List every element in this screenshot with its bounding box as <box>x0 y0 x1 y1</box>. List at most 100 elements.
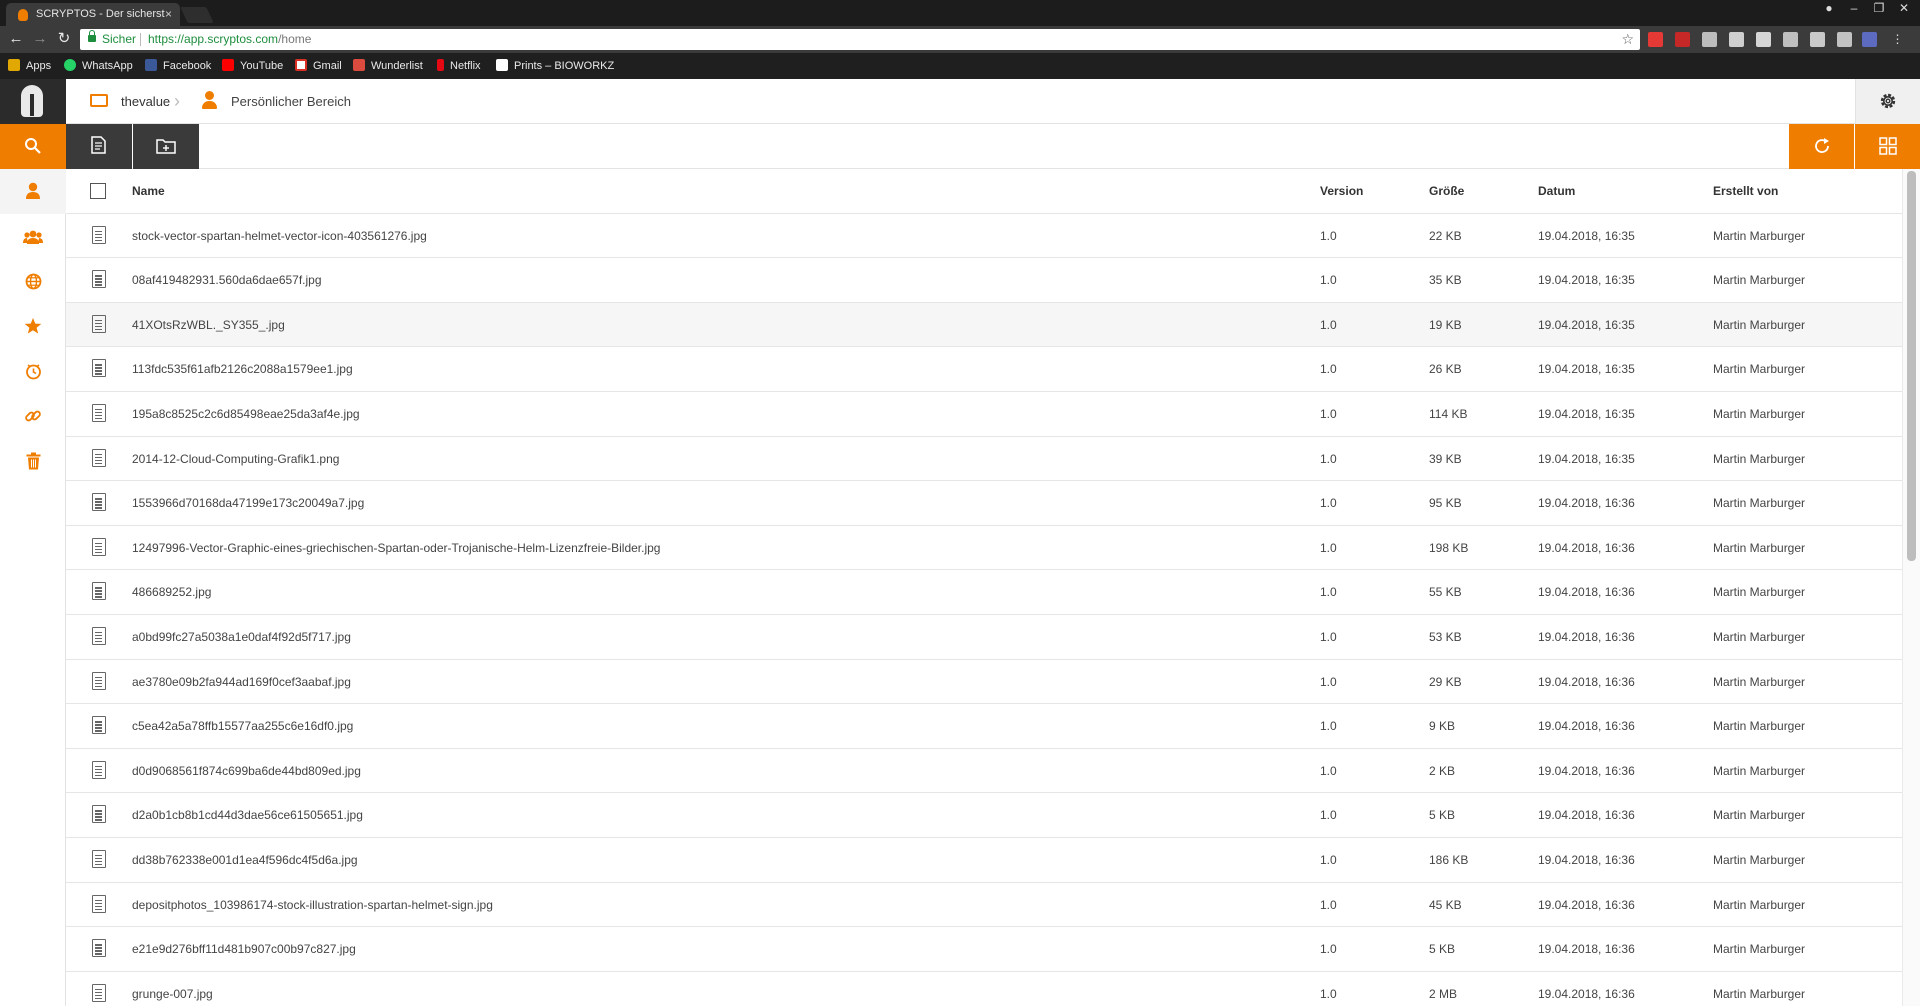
bookmark-gmail[interactable]: Gmail <box>295 53 342 79</box>
table-row[interactable]: d2a0b1cb8b1cd44d3dae56ce61505651.jpg 1.0 5… <box>66 793 1902 838</box>
user-extension-icon[interactable] <box>1837 32 1852 47</box>
table-row[interactable]: 2014-12-Cloud-Computing-Grafik1.png 1.0 39… <box>66 437 1902 482</box>
rail-personal-area[interactable] <box>0 169 66 214</box>
file-name[interactable]: grunge-007.jpg <box>132 972 213 1006</box>
refresh-button[interactable] <box>1789 124 1854 169</box>
table-row[interactable]: depositphotos_103986174-stock-illustrati… <box>66 883 1902 928</box>
table-row[interactable]: 195a8c8525c2c6d85498eae25da3af4e.jpg 1.0 1… <box>66 392 1902 437</box>
column-size[interactable]: Größe <box>1429 169 1464 213</box>
table-row[interactable]: 12497996-Vector-Graphic-eines-griechisch… <box>66 526 1902 571</box>
file-name[interactable]: ae3780e09b2fa944ad169f0cef3aabaf.jpg <box>132 660 351 704</box>
new-file-button[interactable] <box>66 124 132 169</box>
file-name[interactable]: dd38b762338e001d1ea4f596dc4f5d6a.jpg <box>132 838 358 882</box>
file-name[interactable]: c5ea42a5a78ffb15577aa255c6e16df0.jpg <box>132 704 353 748</box>
select-all-checkbox[interactable] <box>90 183 106 199</box>
file-size: 9 KB <box>1429 719 1456 734</box>
bookmark-prints-bioworkz[interactable]: Prints – BIOWORKZ <box>496 53 614 79</box>
address-bar[interactable]: Sicher https://app.scryptos.com/home ☆ <box>80 29 1640 50</box>
rail-trash[interactable] <box>0 439 66 484</box>
scrollbar[interactable] <box>1902 169 1920 1006</box>
file-created-by: Martin Marburger <box>1713 808 1806 823</box>
table-row[interactable]: 486689252.jpg 1.0 55 KB 19.04.2018, 16:36 Ma… <box>66 570 1902 615</box>
table-row[interactable]: c5ea42a5a78ffb15577aa255c6e16df0.jpg 1.0 9… <box>66 704 1902 749</box>
column-name[interactable]: Name <box>132 169 165 213</box>
file-name[interactable]: a0bd99fc27a5038a1e0daf4f92d5f717.jpg <box>132 615 351 659</box>
table-row[interactable]: 08af419482931.560da6dae657f.jpg 1.0 35 KB 1… <box>66 258 1902 303</box>
bookmark-facebook[interactable]: Facebook <box>145 53 211 79</box>
rail-favorites[interactable] <box>0 304 66 349</box>
file-name[interactable]: d0d9068561f874c699ba6de44bd809ed.jpg <box>132 749 361 793</box>
bookmark-youtube[interactable]: YouTube <box>222 53 283 79</box>
column-created-by[interactable]: Erstellt von <box>1713 169 1778 213</box>
file-icon <box>92 225 106 244</box>
calendar-extension-icon[interactable] <box>1810 32 1825 47</box>
close-window-icon[interactable]: ✕ <box>1893 0 1915 18</box>
settings-button[interactable] <box>1855 79 1920 124</box>
new-folder-button[interactable] <box>133 124 199 169</box>
bookmarks-bar: Apps WhatsApp Facebook YouTube Gmail Wun… <box>0 53 1920 79</box>
rail-groups[interactable] <box>0 214 66 259</box>
drive-extension-icon[interactable] <box>1729 32 1744 47</box>
table-row[interactable]: 113fdc535f61afb2126c2088a1579ee1.jpg 1.0 2… <box>66 347 1902 392</box>
file-name[interactable]: stock-vector-spartan-helmet-vector-icon-… <box>132 214 427 258</box>
file-name[interactable]: 486689252.jpg <box>132 570 211 614</box>
bookmark-wunderlist[interactable]: Wunderlist <box>353 53 423 79</box>
file-name[interactable]: 2014-12-Cloud-Computing-Grafik1.png <box>132 437 339 481</box>
table-row[interactable]: a0bd99fc27a5038a1e0daf4f92d5f717.jpg 1.0 5… <box>66 615 1902 660</box>
forward-icon[interactable]: → <box>30 29 50 49</box>
table-row[interactable]: ae3780e09b2fa944ad169f0cef3aabaf.jpg 1.0 2… <box>66 660 1902 705</box>
file-size: 53 KB <box>1429 629 1462 644</box>
adblock-extension-icon[interactable] <box>1648 32 1663 47</box>
file-name[interactable]: d2a0b1cb8b1cd44d3dae56ce61505651.jpg <box>132 793 363 837</box>
table-row[interactable]: e21e9d276bff11d481b907c00b97c827.jpg 1.0 5… <box>66 927 1902 972</box>
file-name[interactable]: 113fdc535f61afb2126c2088a1579ee1.jpg <box>132 347 353 391</box>
column-date[interactable]: Datum <box>1538 169 1575 213</box>
browser-tab[interactable]: SCRYPTOS - Der sicherst × <box>6 3 180 26</box>
rail-links[interactable] <box>0 394 66 439</box>
restore-icon[interactable]: ❐ <box>1868 0 1890 18</box>
cloud-extension-icon[interactable] <box>1702 32 1717 47</box>
column-version[interactable]: Version <box>1320 169 1363 213</box>
breadcrumb-root[interactable]: thevalue <box>121 79 170 124</box>
scrollbar-thumb[interactable] <box>1907 171 1916 561</box>
user-icon[interactable]: ● <box>1818 0 1840 18</box>
reload-icon[interactable]: ↻ <box>54 29 74 49</box>
file-date: 19.04.2018, 16:36 <box>1538 763 1635 778</box>
table-row[interactable]: stock-vector-spartan-helmet-vector-icon-… <box>66 214 1902 259</box>
file-name[interactable]: 41XOtsRzWBL._SY355_.jpg <box>132 303 285 347</box>
file-name[interactable]: 08af419482931.560da6dae657f.jpg <box>132 258 322 302</box>
tab-close-icon[interactable]: × <box>165 3 172 26</box>
minimize-icon[interactable]: – <box>1843 0 1865 18</box>
file-version: 1.0 <box>1320 719 1337 734</box>
file-name[interactable]: 12497996-Vector-Graphic-eines-griechisch… <box>132 526 660 570</box>
file-created-by: Martin Marburger <box>1713 406 1806 421</box>
table-row[interactable]: 1553966d70168da47199e173c20049a7.jpg 1.0 9… <box>66 481 1902 526</box>
back-icon[interactable]: ← <box>6 29 26 49</box>
scryptos-favicon-icon <box>18 9 28 21</box>
rail-recent[interactable] <box>0 349 66 394</box>
new-tab-button[interactable] <box>180 7 214 23</box>
doc-extension-icon[interactable] <box>1756 32 1771 47</box>
bookmark-star-icon[interactable]: ☆ <box>1621 29 1634 50</box>
bookmark-whatsapp[interactable]: WhatsApp <box>64 53 133 79</box>
search-button[interactable] <box>0 124 66 169</box>
table-row[interactable]: 41XOtsRzWBL._SY355_.jpg 1.0 19 KB 19.04.201… <box>66 302 1902 348</box>
file-name[interactable]: e21e9d276bff11d481b907c00b97c827.jpg <box>132 927 356 971</box>
table-row[interactable]: grunge-007.jpg 1.0 2 MB 19.04.2018, 16:36 Ma… <box>66 972 1902 1006</box>
table-row[interactable]: d0d9068561f874c699ba6de44bd809ed.jpg 1.0 2… <box>66 749 1902 794</box>
bookmark-apps[interactable]: Apps <box>8 53 51 79</box>
grid-view-icon <box>1878 137 1897 155</box>
scryptos-logo[interactable] <box>0 79 66 124</box>
menu-icon[interactable]: ⋮ <box>1890 32 1905 47</box>
extension-icon[interactable] <box>1862 32 1877 47</box>
file-name[interactable]: depositphotos_103986174-stock-illustrati… <box>132 883 493 927</box>
file-name[interactable]: 1553966d70168da47199e173c20049a7.jpg <box>132 481 364 525</box>
rail-shared[interactable] <box>0 259 66 304</box>
skype-extension-icon[interactable] <box>1783 32 1798 47</box>
pdf-extension-icon[interactable] <box>1675 32 1690 47</box>
file-created-by: Martin Marburger <box>1713 674 1806 689</box>
table-row[interactable]: dd38b762338e001d1ea4f596dc4f5d6a.jpg 1.0 1… <box>66 838 1902 883</box>
grid-view-button[interactable] <box>1855 124 1920 169</box>
file-name[interactable]: 195a8c8525c2c6d85498eae25da3af4e.jpg <box>132 392 360 436</box>
bookmark-netflix[interactable]: Netflix <box>437 53 481 79</box>
